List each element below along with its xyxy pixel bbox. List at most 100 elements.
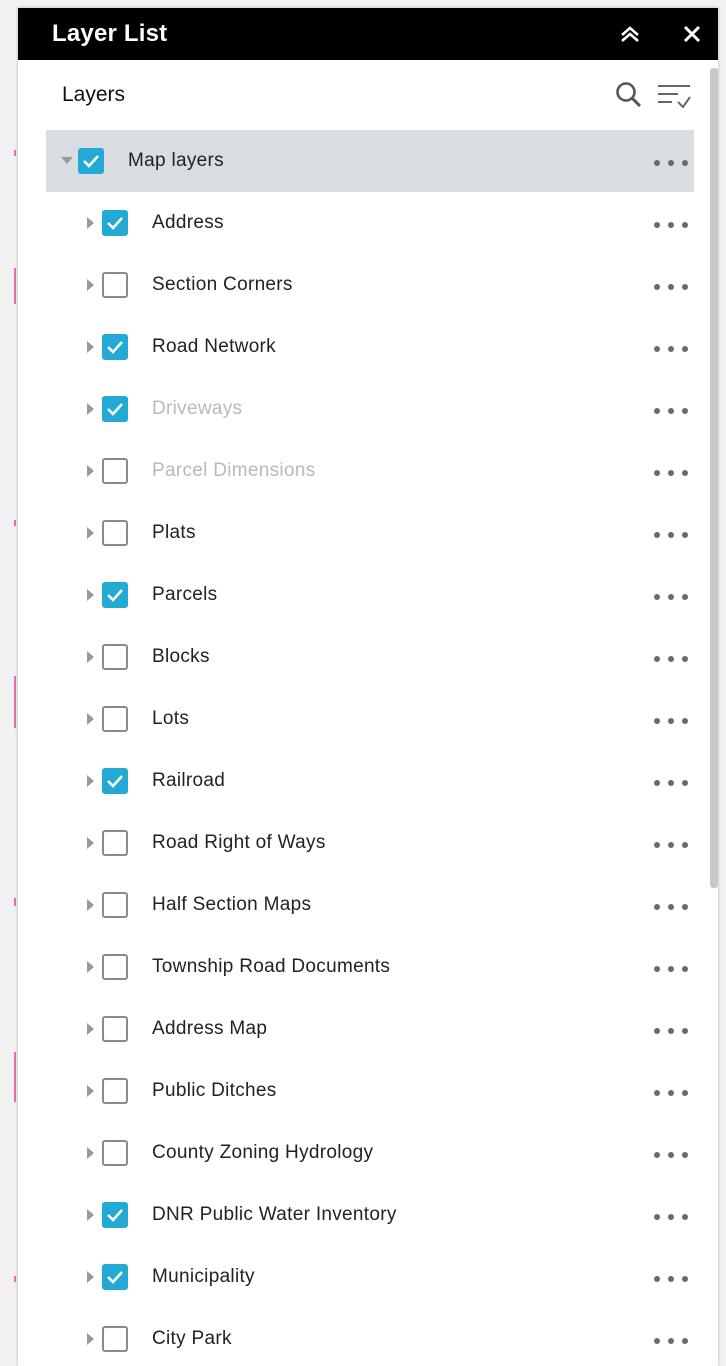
- caret-right-icon[interactable]: [84, 402, 98, 416]
- map-edge-artifacts: [14, 0, 16, 1366]
- layer-checkbox[interactable]: [102, 1264, 128, 1290]
- layer-checkbox[interactable]: [102, 520, 128, 546]
- caret-right-icon[interactable]: [84, 340, 98, 354]
- more-options-icon[interactable]: [654, 280, 688, 294]
- layer-row[interactable]: Lots: [18, 688, 718, 750]
- layer-checkbox[interactable]: [102, 892, 128, 918]
- layer-row[interactable]: Half Section Maps: [18, 874, 718, 936]
- layer-checkbox[interactable]: [102, 1016, 128, 1042]
- more-options-icon[interactable]: [654, 652, 688, 666]
- close-icon[interactable]: [680, 22, 704, 46]
- layer-row[interactable]: City Park: [18, 1308, 718, 1366]
- caret-right-icon[interactable]: [84, 588, 98, 602]
- layer-checkbox[interactable]: [102, 768, 128, 794]
- caret-right-icon[interactable]: [84, 1270, 98, 1284]
- layer-checkbox[interactable]: [102, 458, 128, 484]
- layer-label: Parcel Dimensions: [152, 460, 316, 481]
- layer-row[interactable]: Blocks: [18, 626, 718, 688]
- more-options-icon[interactable]: [654, 1024, 688, 1038]
- layer-row[interactable]: Address: [18, 192, 718, 254]
- caret-right-icon[interactable]: [84, 1022, 98, 1036]
- layer-label: Road Network: [152, 336, 276, 357]
- layer-label: Parcels: [152, 584, 218, 605]
- layer-label: Address: [152, 212, 224, 233]
- more-options-icon[interactable]: [654, 218, 688, 232]
- more-options-icon[interactable]: [654, 342, 688, 356]
- layer-checkbox[interactable]: [102, 1140, 128, 1166]
- caret-right-icon[interactable]: [84, 464, 98, 478]
- layer-row[interactable]: Driveways: [18, 378, 718, 440]
- more-options-icon[interactable]: [654, 1210, 688, 1224]
- layer-checkbox[interactable]: [102, 1326, 128, 1352]
- panel-title: Layer List: [52, 20, 168, 47]
- layer-row[interactable]: Section Corners: [18, 254, 718, 316]
- more-options-icon[interactable]: [654, 1334, 688, 1348]
- layer-label: Lots: [152, 708, 190, 729]
- layer-label: Address Map: [152, 1018, 268, 1039]
- more-options-icon[interactable]: [654, 404, 688, 418]
- layer-checkbox[interactable]: [102, 1078, 128, 1104]
- caret-right-icon[interactable]: [84, 1208, 98, 1222]
- layer-checkbox[interactable]: [102, 396, 128, 422]
- more-options-icon[interactable]: [654, 1148, 688, 1162]
- layer-checkbox[interactable]: [102, 334, 128, 360]
- layer-checkbox[interactable]: [102, 582, 128, 608]
- caret-right-icon[interactable]: [84, 898, 98, 912]
- caret-right-icon[interactable]: [84, 774, 98, 788]
- more-options-icon[interactable]: [654, 156, 688, 170]
- layer-checkbox[interactable]: [102, 272, 128, 298]
- layer-checkbox[interactable]: [102, 210, 128, 236]
- layer-row[interactable]: Plats: [18, 502, 718, 564]
- layer-row[interactable]: Railroad: [18, 750, 718, 812]
- layer-checkbox[interactable]: [102, 706, 128, 732]
- layer-label: Municipality: [152, 1266, 255, 1287]
- root-layer-row[interactable]: Map layers: [46, 130, 694, 192]
- caret-right-icon[interactable]: [84, 960, 98, 974]
- more-options-icon[interactable]: [654, 590, 688, 604]
- caret-right-icon[interactable]: [84, 216, 98, 230]
- layer-row[interactable]: DNR Public Water Inventory: [18, 1184, 718, 1246]
- caret-right-icon[interactable]: [84, 650, 98, 664]
- panel-scrollbar[interactable]: [710, 68, 718, 888]
- caret-right-icon[interactable]: [84, 1146, 98, 1160]
- more-options-icon[interactable]: [654, 528, 688, 542]
- filter-list-icon[interactable]: [656, 80, 692, 110]
- layer-label: Half Section Maps: [152, 894, 312, 915]
- more-options-icon[interactable]: [654, 962, 688, 976]
- caret-right-icon[interactable]: [84, 1084, 98, 1098]
- layer-checkbox[interactable]: [102, 644, 128, 670]
- caret-right-icon[interactable]: [84, 1332, 98, 1346]
- more-options-icon[interactable]: [654, 776, 688, 790]
- more-options-icon[interactable]: [654, 466, 688, 480]
- caret-down-icon[interactable]: [60, 154, 74, 168]
- search-icon[interactable]: [614, 80, 644, 110]
- layer-row[interactable]: Parcel Dimensions: [18, 440, 718, 502]
- layer-row[interactable]: Township Road Documents: [18, 936, 718, 998]
- more-options-icon[interactable]: [654, 838, 688, 852]
- more-options-icon[interactable]: [654, 900, 688, 914]
- layer-row[interactable]: Address Map: [18, 998, 718, 1060]
- layer-row[interactable]: Road Network: [18, 316, 718, 378]
- layer-label: Township Road Documents: [152, 956, 391, 977]
- caret-right-icon[interactable]: [84, 526, 98, 540]
- layer-row[interactable]: Road Right of Ways: [18, 812, 718, 874]
- caret-right-icon[interactable]: [84, 712, 98, 726]
- layer-label: Plats: [152, 522, 196, 543]
- more-options-icon[interactable]: [654, 1272, 688, 1286]
- layer-label: Driveways: [152, 398, 243, 419]
- layer-checkbox[interactable]: [102, 830, 128, 856]
- layer-row[interactable]: Parcels: [18, 564, 718, 626]
- layer-checkbox[interactable]: [102, 1202, 128, 1228]
- root-layer-checkbox[interactable]: [78, 148, 104, 174]
- double-chevron-up-icon[interactable]: [618, 22, 642, 46]
- caret-right-icon[interactable]: [84, 278, 98, 292]
- more-options-icon[interactable]: [654, 714, 688, 728]
- layer-row[interactable]: County Zoning Hydrology: [18, 1122, 718, 1184]
- layer-row[interactable]: Public Ditches: [18, 1060, 718, 1122]
- layer-checkbox[interactable]: [102, 954, 128, 980]
- titlebar-actions: [618, 22, 704, 46]
- root-layer-label: Map layers: [128, 150, 224, 171]
- caret-right-icon[interactable]: [84, 836, 98, 850]
- layer-row[interactable]: Municipality: [18, 1246, 718, 1308]
- more-options-icon[interactable]: [654, 1086, 688, 1100]
